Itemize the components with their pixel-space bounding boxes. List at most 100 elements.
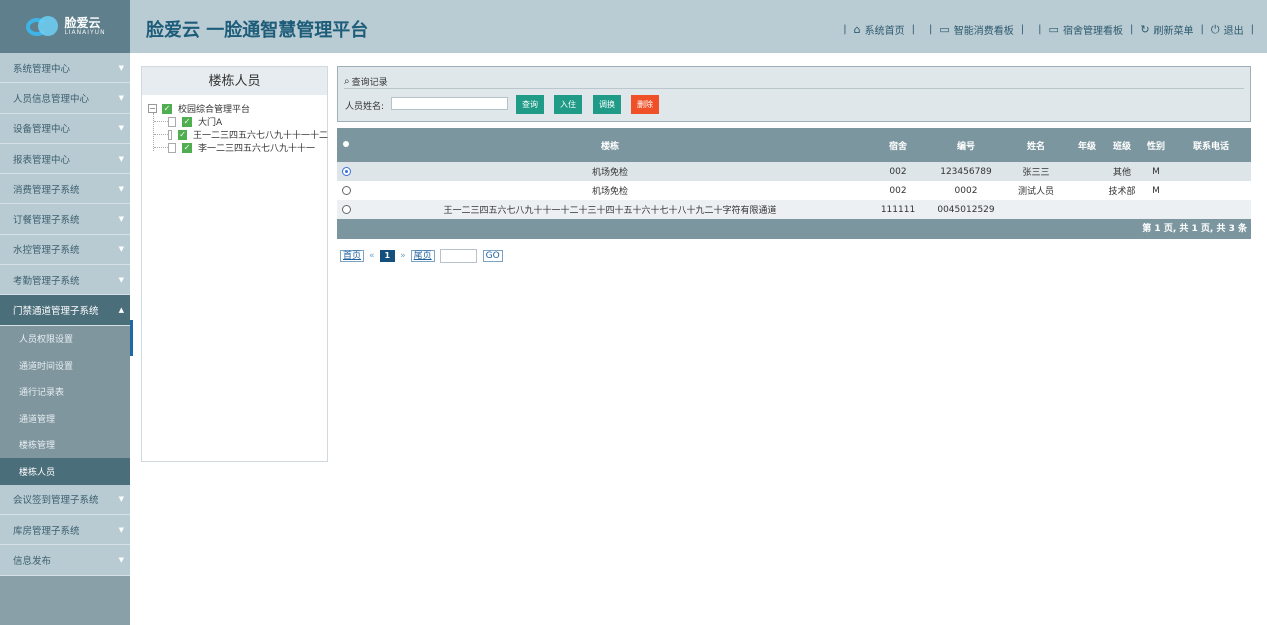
logo-text-cn: 脸爱云 xyxy=(64,15,101,30)
cell-dorm: 002 xyxy=(889,185,907,196)
tree-node-child[interactable]: ✓ 王一二三四五六七八九十十一十二 xyxy=(168,128,328,141)
tree-node-child[interactable]: ✓ 大门A xyxy=(168,115,222,128)
menu-meeting[interactable]: 会议签到管理子系统 ▼ xyxy=(0,484,130,515)
next-page-link[interactable]: » xyxy=(400,251,406,261)
column-header: 班级 xyxy=(1112,141,1131,152)
table-row[interactable]: 机场免检 002 123456789 张三三 其他 M xyxy=(337,162,1251,181)
file-icon xyxy=(168,116,176,127)
tree-node-child[interactable]: ✓ 李一二三四五六七八九十十一 xyxy=(168,141,315,154)
home-icon: ⌂ xyxy=(853,23,861,36)
menu-system[interactable]: 系统管理中心 ▼ xyxy=(0,53,130,84)
checkbox-icon[interactable]: ✓ xyxy=(162,103,172,114)
cell-code: 0002 xyxy=(954,185,978,196)
cell-phone xyxy=(1171,162,1251,181)
menu-personnel[interactable]: 人员信息管理中心 ▼ xyxy=(0,83,130,114)
table-row[interactable]: 王一二三四五六七八九十十一十二十三十四十五十六十七十八十九二十字符有限通道 11… xyxy=(337,200,1251,219)
cell-gender xyxy=(1141,200,1171,219)
query-panel: ⌕ 查询记录 人员姓名: 查询 入住 调换 删除 xyxy=(337,66,1251,122)
table-summary: 第 1 页, 共 1 页, 共 3 条 xyxy=(337,219,1251,239)
file-icon xyxy=(168,129,173,140)
cell-class: 其他 xyxy=(1112,168,1131,178)
select-all-column xyxy=(337,128,355,162)
logo-text-en: LIANAIYUN xyxy=(64,28,106,36)
cell-dorm: 111111 xyxy=(880,204,916,215)
search-button[interactable]: 查询 xyxy=(516,95,544,114)
first-page-link[interactable]: 首页 xyxy=(340,250,365,262)
chevron-down-icon: ▼ xyxy=(118,154,124,163)
menu-water-control[interactable]: 水控管理子系统 ▼ xyxy=(0,234,130,266)
chevron-down-icon: ▼ xyxy=(118,275,124,284)
row-radio[interactable] xyxy=(341,204,351,214)
table-row[interactable]: 机场免检 002 0002 测试人员 技术部 M xyxy=(337,181,1251,200)
checkbox-icon[interactable]: ✓ xyxy=(182,116,192,127)
column-header: 姓名 xyxy=(1026,141,1045,152)
collapse-icon[interactable]: − xyxy=(148,104,157,113)
page-number-current[interactable]: 1 xyxy=(379,250,396,262)
refresh-icon: ↻ xyxy=(1140,23,1150,36)
chevron-down-icon: ▼ xyxy=(118,184,124,193)
cell-dorm: 002 xyxy=(889,166,907,177)
pagination: 首页 « 1 » 尾页 GO xyxy=(340,249,503,263)
nav-logout[interactable]: ⏻ 退出 xyxy=(1210,22,1244,38)
query-title: ⌕ 查询记录 xyxy=(344,76,388,88)
sidebar-item-channel-time[interactable]: 通道时间设置 xyxy=(0,352,130,379)
menu-report[interactable]: 报表管理中心 ▼ xyxy=(0,143,130,175)
cell-code: 0045012529 xyxy=(937,204,995,215)
checkin-button[interactable]: 入住 xyxy=(554,95,582,114)
divider xyxy=(344,88,1244,89)
row-radio[interactable] xyxy=(341,166,351,176)
cell-gender: M xyxy=(1152,166,1160,177)
monitor-icon: ▭ xyxy=(939,23,950,36)
menu-info-publish[interactable]: 信息发布 ▼ xyxy=(0,545,130,576)
cell-name: 测试人员 xyxy=(1017,187,1054,197)
cell-building: 王一二三四五六七八九十十一十二十三十四十五十六十七十八十九二十字符有限通道 xyxy=(443,206,777,216)
delete-button[interactable]: 删除 xyxy=(631,95,659,114)
nav-home[interactable]: ⌂ 系统首页 xyxy=(854,22,905,37)
chevron-down-icon: ▼ xyxy=(118,93,124,102)
nav-dorm-board[interactable]: ▭ 宿舍管理看板 xyxy=(1049,22,1123,37)
menu-access-control[interactable]: 门禁通道管理子系统 ▲ xyxy=(0,295,130,326)
nav-refresh-menu[interactable]: ↻ 刷新菜单 xyxy=(1140,22,1193,37)
row-radio[interactable] xyxy=(341,185,351,195)
sidebar: 系统管理中心 ▼ 人员信息管理中心 ▼ 设备管理中心 ▼ 报表管理中心 ▼ 消费管理子系… xyxy=(0,53,130,625)
chevron-down-icon: ▼ xyxy=(118,215,124,224)
cell-name: 张三三 xyxy=(1022,168,1050,178)
menu-attendance[interactable]: 考勤管理子系统 ▼ xyxy=(0,265,130,296)
menu-meal-order[interactable]: 订餐管理子系统 ▼ xyxy=(0,204,130,235)
sidebar-toggle-handle[interactable] xyxy=(130,320,133,356)
go-button[interactable]: GO xyxy=(482,250,503,262)
sidebar-item-permission[interactable]: 人员权限设置 xyxy=(0,325,130,353)
sidebar-item-pass-records[interactable]: 通行记录表 xyxy=(0,378,130,406)
logo: 脸爱云 LIANAIYUN xyxy=(24,14,105,40)
data-table: 楼栋 宿舍 编号 姓名 年级 班级 性别 联系电话 机场免检 002 12345… xyxy=(337,128,1251,239)
last-page-link[interactable]: 尾页 xyxy=(410,250,435,262)
header: 脸爱云 LIANAIYUN 脸爱云 一脸通智慧管理平台 | ⌂ 系统首页 | | ▭… xyxy=(0,0,1267,53)
chevron-down-icon: ▼ xyxy=(118,495,124,504)
sidebar-item-channel-manage[interactable]: 通道管理 xyxy=(0,405,130,432)
page-jump-input[interactable] xyxy=(439,249,477,263)
sidebar-item-building-manage[interactable]: 楼栋管理 xyxy=(0,431,130,459)
name-search-input[interactable] xyxy=(391,97,508,110)
transfer-button[interactable]: 调换 xyxy=(593,95,621,114)
checkbox-icon[interactable]: ✓ xyxy=(178,129,187,140)
checkbox-icon[interactable]: ✓ xyxy=(182,142,192,153)
tree-node-root[interactable]: − ✓ 校园综合管理平台 xyxy=(148,102,250,115)
cell-code: 123456789 xyxy=(940,166,992,177)
cell-name xyxy=(1001,200,1071,219)
chevron-down-icon: ▼ xyxy=(118,124,124,133)
prev-page-link[interactable]: « xyxy=(369,251,375,261)
menu-device[interactable]: 设备管理中心 ▼ xyxy=(0,113,130,144)
top-nav: | ⌂ 系统首页 | | ▭ 智能消费看板 | | ▭ 宿舍管理看板 | ↻ 刷新菜单 | … xyxy=(843,22,1254,38)
nav-consumption-board[interactable]: ▭ 智能消费看板 xyxy=(939,22,1013,37)
cell-phone xyxy=(1171,200,1251,219)
cell-grade xyxy=(1071,200,1103,219)
logo-area: 脸爱云 LIANAIYUN xyxy=(0,0,130,53)
monitor-icon: ▭ xyxy=(1048,23,1059,36)
column-header: 年级 xyxy=(1077,141,1096,152)
chevron-down-icon: ▼ xyxy=(118,525,124,534)
sidebar-item-building-personnel[interactable]: 楼栋人员 xyxy=(0,458,130,485)
menu-warehouse[interactable]: 库房管理子系统 ▼ xyxy=(0,514,130,546)
menu-consumption[interactable]: 消费管理子系统 ▼ xyxy=(0,174,130,205)
cell-grade xyxy=(1071,162,1103,181)
power-icon: ⏻ xyxy=(1210,22,1220,36)
